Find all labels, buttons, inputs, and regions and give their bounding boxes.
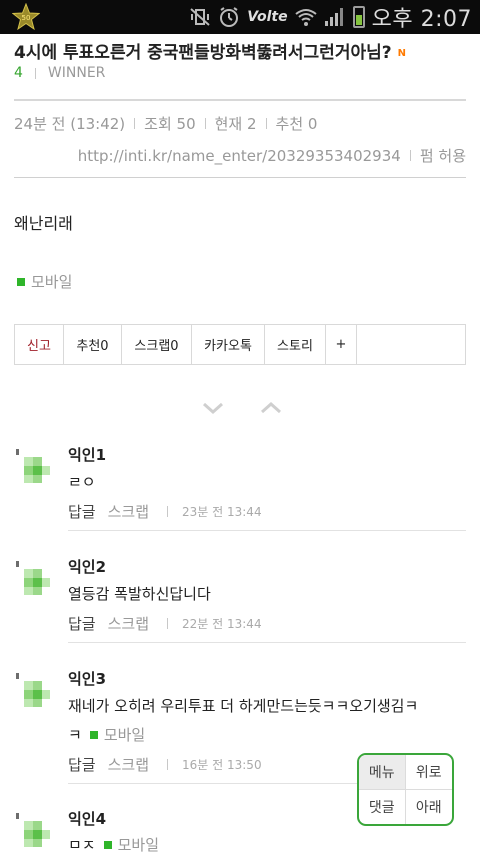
- pixel-avatar-icon: [16, 813, 50, 847]
- avatar: [16, 673, 50, 707]
- kakaotalk-share-button[interactable]: 카카오톡: [192, 325, 265, 364]
- post-stats: 24분 전 (13:42) 조회 50 현재 2 추천 0: [14, 113, 317, 134]
- scrap-link[interactable]: 스크랩: [108, 613, 149, 634]
- comment-text-continued: ㅋ 모바일: [68, 724, 145, 745]
- comment-author: 익인2: [68, 558, 107, 576]
- mobile-square-icon: [103, 840, 112, 849]
- pixel-avatar-icon: [16, 449, 50, 483]
- pixel-avatar-icon: [16, 673, 50, 707]
- comment-time: 23분 전 13:44: [182, 505, 262, 519]
- divider: [167, 618, 169, 629]
- signal-strength-icon: [324, 6, 346, 28]
- avatar: [16, 449, 50, 483]
- comment-author: 익인3: [68, 670, 107, 688]
- scrap-link[interactable]: 스크랩: [108, 754, 149, 775]
- divider: [167, 759, 169, 770]
- post-time: 24분 전 (13:42): [14, 115, 126, 133]
- chevron-up-icon[interactable]: [258, 398, 284, 418]
- more-share-button[interactable]: +: [326, 325, 357, 364]
- alarm-clock-icon: [218, 6, 240, 28]
- post-url-row: http://inti.kr/name_enter/20329353402934…: [78, 145, 466, 166]
- comment-actions: 답글 스크랩 16분 전 13:50: [68, 754, 262, 775]
- new-badge: N: [397, 47, 406, 59]
- divider: [409, 150, 411, 161]
- scroll-bottom-button[interactable]: 아래: [406, 790, 453, 825]
- post-body: 왜난리래: [14, 214, 73, 233]
- kakaostory-share-button[interactable]: 스토리: [265, 325, 326, 364]
- comment-text: 재네가 오히려 우리투표 더 하게만드는듯ㅋㅋ오기생김ㅋ: [68, 697, 419, 715]
- reply-button[interactable]: 답글: [68, 754, 96, 775]
- recommend-count: 추천 0: [275, 115, 318, 133]
- mobile-label: 모바일: [31, 273, 73, 291]
- comment-time: 16분 전 13:50: [182, 758, 262, 772]
- menu-button[interactable]: 메뉴: [359, 755, 406, 790]
- board-name-link[interactable]: WINNER: [48, 65, 106, 81]
- report-button[interactable]: 신고: [15, 325, 64, 364]
- comment-text-line2: ㅋ: [68, 726, 82, 744]
- divider: [204, 118, 206, 129]
- wifi-icon: [294, 6, 317, 28]
- post-mobile-tag: 모바일: [17, 271, 72, 292]
- comment-actions: 답글 스크랩 23분 전 13:44: [68, 501, 262, 522]
- reply-button[interactable]: 답글: [68, 613, 96, 634]
- scrap-link[interactable]: 스크랩: [108, 501, 149, 522]
- comment-mobile-tag: 모바일: [103, 834, 160, 853]
- comment-time: 22분 전 13:44: [182, 617, 262, 631]
- scroll-arrows: [200, 398, 284, 418]
- header-divider: [14, 99, 466, 101]
- comment-text: ㅁㅈ: [68, 836, 96, 853]
- copy-permission: 펌 허용: [419, 147, 466, 165]
- pixel-avatar-icon: [16, 561, 50, 595]
- floating-nav-menu: 메뉴 위로 댓글 아래: [357, 753, 454, 826]
- view-count: 조회 50: [144, 115, 196, 133]
- comment-divider: [68, 530, 466, 531]
- post-title-text: 4시에 투표오른거 중국팬들방화벽뚫려서그런거아님?: [14, 43, 392, 63]
- meta-divider: [14, 177, 466, 178]
- avatar: [16, 561, 50, 595]
- comment-actions: 답글 스크랩 22분 전 13:44: [68, 613, 262, 634]
- board-number: 4: [14, 65, 23, 81]
- current-viewers: 현재 2: [214, 115, 257, 133]
- action-bar-spacer: [357, 325, 465, 364]
- scrap-button[interactable]: 스크랩0: [122, 325, 192, 364]
- divider: [34, 67, 36, 79]
- divider: [167, 506, 169, 517]
- comment-author: 익인1: [68, 446, 107, 464]
- comment-author: 익인4: [68, 810, 107, 828]
- comment-text: ㄹㅇ: [68, 473, 96, 491]
- comment-divider: [68, 642, 466, 643]
- post-title: 4시에 투표오른거 중국팬들방화벽뚫려서그런거아님? N: [14, 38, 406, 63]
- comment-text: 열등감 폭발하신답니다: [68, 585, 211, 603]
- mobile-square-icon: [17, 277, 25, 286]
- comment-mobile-tag: 모바일: [89, 724, 146, 745]
- clock: 오후 2:07: [371, 7, 472, 32]
- divider: [134, 118, 136, 129]
- scroll-top-button[interactable]: 위로: [405, 755, 452, 790]
- vibrate-mute-icon: [189, 6, 211, 28]
- mobile-label: 모바일: [103, 726, 146, 744]
- divider: [265, 118, 267, 129]
- comments-jump-button[interactable]: 댓글: [359, 789, 406, 824]
- recommend-button[interactable]: 추천0: [64, 325, 122, 364]
- comment-text-row: ㅁㅈ 모바일: [68, 834, 159, 853]
- mobile-label: 모바일: [117, 836, 160, 853]
- board-info: 4 WINNER: [14, 65, 105, 81]
- svg-text:50: 50: [22, 14, 31, 22]
- post-url-link[interactable]: http://inti.kr/name_enter/20329353402934: [78, 147, 401, 165]
- mobile-square-icon: [89, 730, 98, 739]
- status-bar: 50 Volte 오후 2:07: [0, 0, 480, 34]
- comment-divider: [68, 783, 357, 784]
- reply-button[interactable]: 답글: [68, 501, 96, 522]
- post-action-bar: 신고 추천0 스크랩0 카카오톡 스토리 +: [14, 324, 466, 365]
- chevron-down-icon[interactable]: [200, 398, 226, 418]
- avatar: [16, 813, 50, 847]
- battery-icon: [352, 6, 365, 28]
- star-badge-icon: 50: [12, 3, 40, 31]
- volte-indicator: Volte: [247, 9, 288, 25]
